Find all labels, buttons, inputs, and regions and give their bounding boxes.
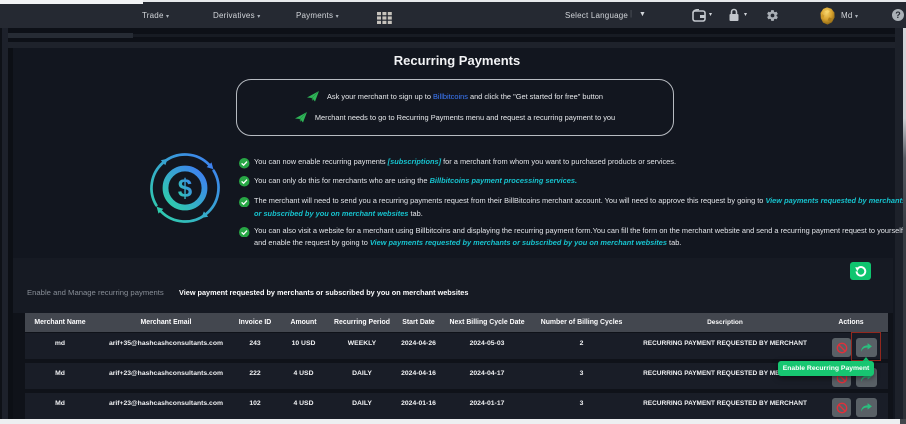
svg-text:?: ? <box>895 10 901 20</box>
svg-text:$: $ <box>178 173 193 203</box>
